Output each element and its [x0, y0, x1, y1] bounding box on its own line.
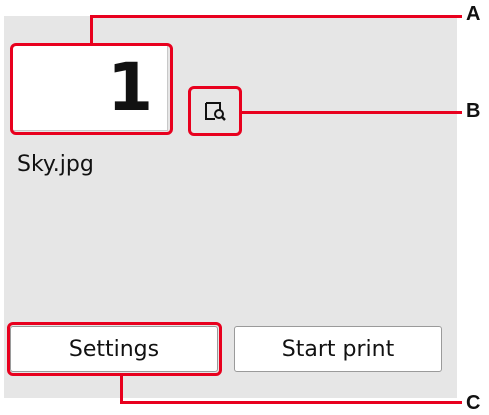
file-name: Sky.jpg [17, 152, 94, 177]
callout-line-c-horiz [120, 401, 462, 404]
callout-c: C [466, 392, 481, 414]
callout-line-c-vert [120, 376, 123, 403]
callout-a: A [466, 3, 481, 25]
callout-line-a-vert [90, 15, 93, 45]
start-print-button[interactable]: Start print [234, 326, 442, 372]
settings-button[interactable]: Settings [10, 326, 218, 372]
preview-button[interactable] [194, 90, 236, 132]
copies-field[interactable]: 1 [12, 45, 168, 131]
copies-value: 1 [107, 49, 153, 126]
preview-magnifier-icon [205, 102, 226, 121]
callout-b: B [466, 100, 481, 122]
callout-line-a-horiz [90, 15, 462, 18]
callout-line-b [240, 111, 462, 114]
